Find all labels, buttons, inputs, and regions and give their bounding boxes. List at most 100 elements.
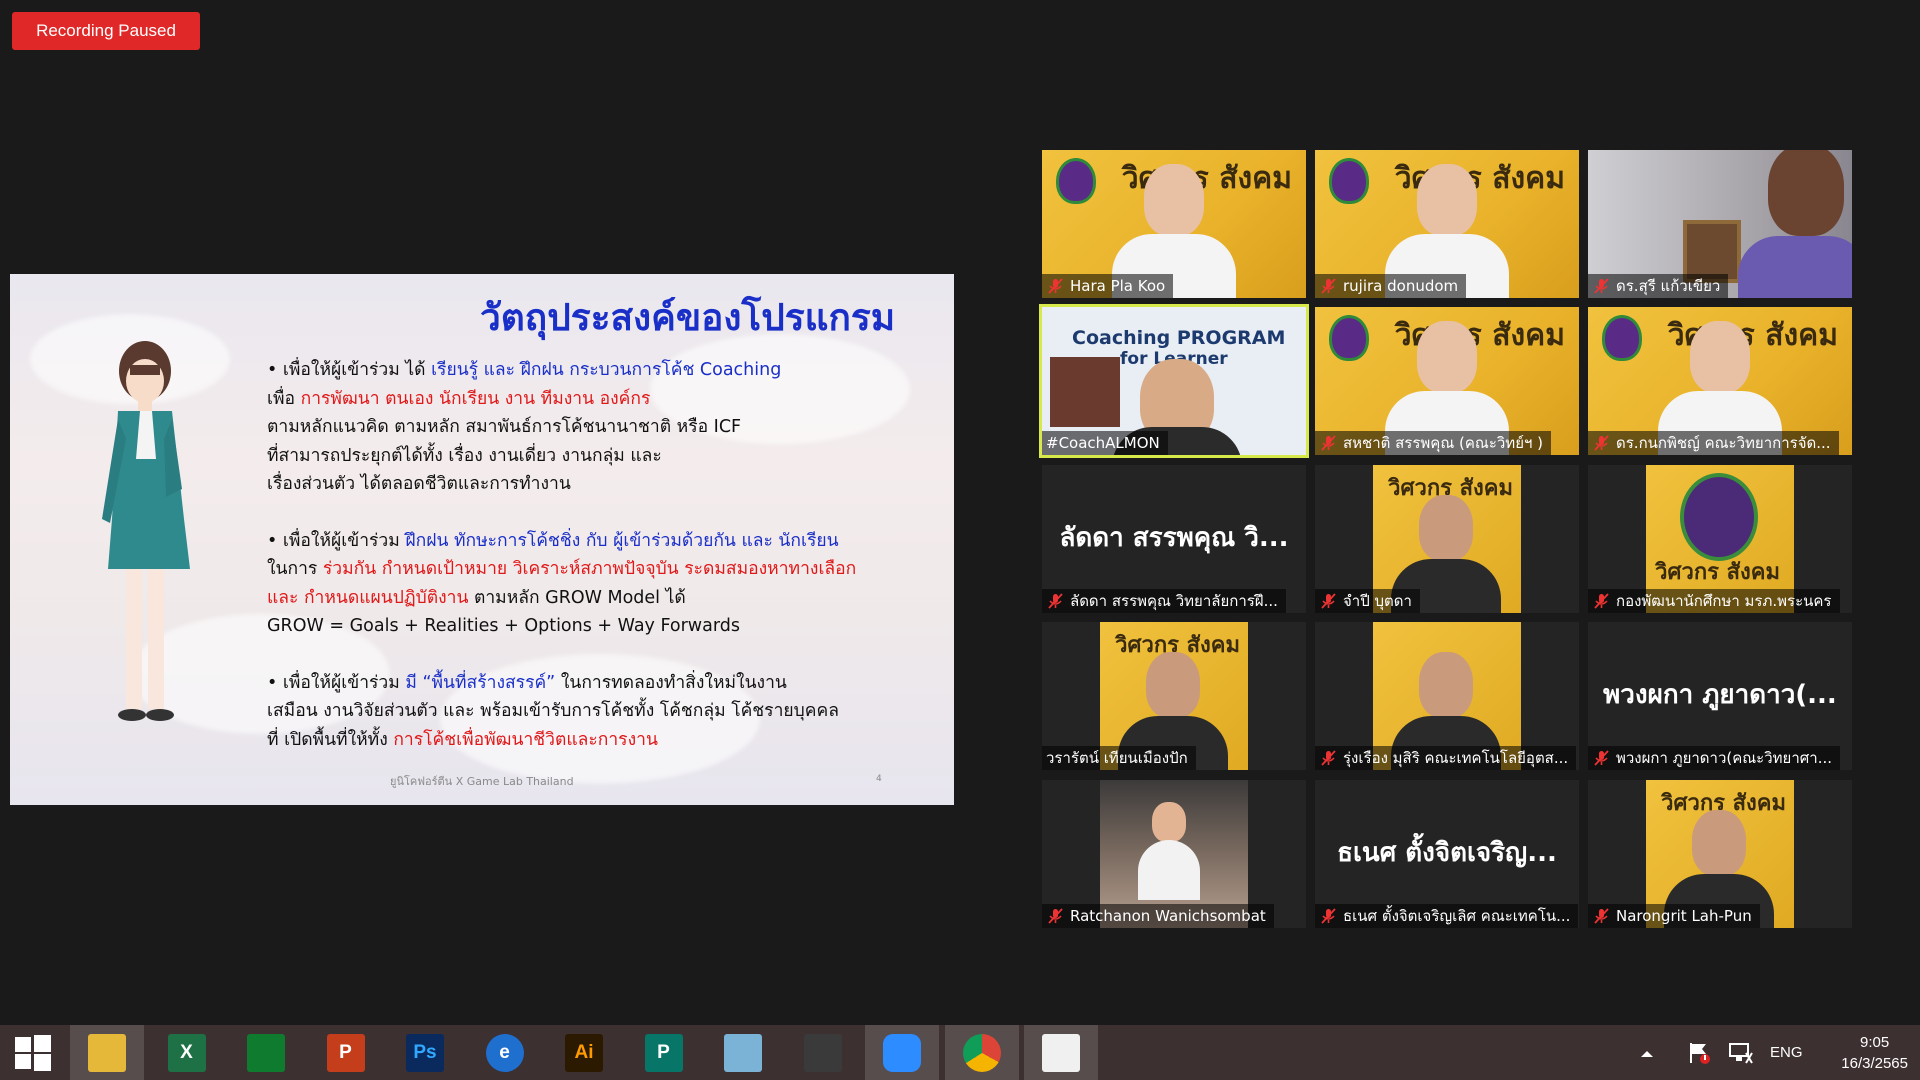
slide-paragraph: • เพื่อให้ผู้เข้าร่วม ฝึกฝน ทักษะการโค้ช… [267,527,927,641]
university-logo-icon [1602,315,1642,361]
participant-name-label: Ratchanon Wanichsombat [1042,904,1274,928]
participant-face [1417,321,1477,393]
slide-text-segment: • เพื่อให้ผู้เข้าร่วม [267,672,406,693]
publisher-taskbar-button[interactable]: P [627,1025,701,1080]
slide-text-segment: การพัฒนา ตนเอง นักเรียน งาน ทีมงาน องค์ก… [300,388,651,409]
participant-name-label: Hara Pla Koo [1042,274,1174,298]
app-icon-glyph: P [657,1041,670,1063]
app-icon-glyph: Ai [574,1041,594,1063]
participant-face [1417,164,1477,236]
slide-text-segment: ฝึกฝน ทักษะการโค้ชชิ่ง กับ ผู้เข้าร่วมด้… [405,530,839,551]
cartoon-teacher-illustration [102,341,190,721]
slide-body: • เพื่อให้ผู้เข้าร่วม ได้ เรียนรู้ และ ฝ… [267,356,927,782]
illustrator-taskbar-button[interactable]: Ai [547,1025,621,1080]
internet-explorer-taskbar-button[interactable]: e [468,1025,542,1080]
internet-explorer-icon: e [485,1033,524,1072]
language-indicator[interactable]: ENG [1770,1025,1803,1080]
slide-text-segment: มี “พื้นที่สร้างสรรค์” [405,672,556,693]
participant-name-label: Narongrit Lah-Pun [1588,904,1760,928]
participant-tile[interactable]: วิศวกร สังคม ดร.กนกพิชญ์ คณะวิทยาการจัด..… [1588,307,1852,455]
slide-line: และ กำหนดแผนปฏิบัติงาน ตามหลัก GROW Mode… [267,584,927,613]
windows-taskbar: X P Ps e Ai P ENG 9:05 16/3/2565 [0,1025,1920,1080]
participant-name-label: พวงผกา ภูยาดาว(คณะวิทยาศา... [1588,746,1841,770]
muted-mic-icon [1048,278,1063,294]
university-logo-icon [1680,473,1758,561]
participant-tile[interactable]: วิศวกร สังคม วรารัตน์ เทียนเมืองปัก [1042,622,1306,770]
participant-tile[interactable]: ดร.สุรี แก้วเขียว [1588,150,1852,298]
participant-body [1138,840,1200,900]
file-explorer-icon [88,1033,126,1072]
muted-mic-icon [1594,435,1609,451]
slide-line: ตามหลักแนวคิด ตามหลัก สมาพันธ์การโค้ชนาน… [267,413,927,442]
chrome-taskbar-button[interactable] [944,1025,1019,1080]
photoshop-taskbar-button[interactable]: Ps [388,1025,462,1080]
slide-text-segment: เพื่อ [267,388,301,409]
slide-text-segment: การโค้ชเพื่อพัฒนาชีวิตและการงาน [393,729,658,750]
notes-taskbar-button[interactable] [706,1025,780,1080]
participant-face [1152,802,1186,842]
participant-name-label: rujira donudom [1315,274,1467,298]
app-icon-glyph: Ps [413,1041,437,1063]
powerpoint-taskbar-button[interactable]: P [309,1025,383,1080]
participant-name-label: กองพัฒนานักศึกษา มรภ.พระนคร [1588,589,1840,613]
powerpoint-icon: P [326,1033,365,1072]
slide-line: ที่สามารถประยุกต์ได้ทั้ง เรื่อง งานเดี่ย… [267,442,927,471]
start-button[interactable] [0,1025,66,1080]
participant-tile[interactable]: วิศวกร สังคม กองพัฒนานักศึกษา มรภ.พระนคร [1588,465,1852,613]
participant-tile[interactable]: วิศวกร สังคม จำปี บุตดา [1315,465,1579,613]
participant-name: วรารัตน์ เทียนเมืองปัก [1046,749,1188,767]
participant-name-label: จำปี บุตดา [1315,589,1420,613]
chrome-icon [962,1033,1001,1072]
store-taskbar-button[interactable] [229,1025,303,1080]
network-icon[interactable] [1728,1025,1754,1080]
slide-text-segment: เรื่องส่วนตัว ได้ตลอดชีวิตและการทำงาน [267,474,571,494]
photoscape-taskbar-button[interactable] [786,1025,860,1080]
participant-name-placeholder: พวงผกา ภูยาดาว(... [1603,680,1837,710]
participant-tile[interactable]: Ratchanon Wanichsombat [1042,780,1306,928]
file-explorer-taskbar-button[interactable] [70,1025,144,1080]
participant-name: #CoachALMON [1046,434,1160,452]
slide-title: วัตถุประสงค์ของโปรแกรม [480,296,896,339]
participant-name-label: วรารัตน์ เทียนเมืองปัก [1042,746,1196,770]
muted-mic-icon [1594,908,1609,924]
excel-taskbar-button[interactable]: X [150,1025,224,1080]
participant-tile[interactable]: วิศวกร สังคม Narongrit Lah-Pun [1588,780,1852,928]
clock-date: 16/3/2565 [1841,1055,1908,1072]
slide-paragraph: • เพื่อให้ผู้เข้าร่วม ได้ เรียนรู้ และ ฝ… [267,356,927,499]
muted-mic-icon [1594,750,1609,766]
slide-line: ที่ เปิดพื้นที่ให้ทั้ง การโค้ชเพื่อพัฒนา… [267,726,927,755]
muted-mic-icon [1321,593,1336,609]
show-hidden-icons-button[interactable] [1640,1025,1654,1080]
participant-tile[interactable]: ลัดดา สรรพคุณ วิ... ลัดดา สรรพคุณ วิทยาลั… [1042,465,1306,613]
participant-tile[interactable]: Coaching PROGRAM for Learner #CoachALMON [1039,304,1309,458]
participant-face [1690,321,1750,393]
participant-face [1768,150,1844,236]
participant-tile[interactable]: วิศวกร สังคม rujira donudom [1315,150,1579,298]
excel-icon: X [167,1033,206,1072]
slide-text-segment: เสมือน งานวิจัยส่วนตัว และ พร้อมเข้ารับก… [267,701,839,721]
participant-tile[interactable]: ธเนศ ตั้งจิตเจริญ... ธเนศ ตั้งจิตเจริญเลิ… [1315,780,1579,928]
participant-name: ดร.กนกพิชญ์ คณะวิทยาการจัด... [1616,434,1831,452]
app-icon-glyph: P [339,1041,352,1063]
participant-face [1144,164,1204,236]
muted-mic-icon [1048,908,1063,924]
slide-text-segment: • เพื่อให้ผู้เข้าร่วม ได้ [267,360,432,380]
university-logo-icon [1056,158,1096,204]
participant-tile[interactable]: พวงผกา ภูยาดาว(... พวงผกา ภูยาดาว(คณะวิทย… [1588,622,1852,770]
windows-logo-icon [15,1034,51,1071]
recording-paused-badge[interactable]: Recording Paused [12,12,200,50]
participant-tile[interactable]: วิศวกร สังคม Hara Pla Koo [1042,150,1306,298]
action-center-flag-icon[interactable] [1686,1025,1712,1080]
illustrator-icon: Ai [565,1033,603,1072]
photos-taskbar-button[interactable] [1024,1025,1098,1080]
participant-name-label: รุ่งเรือง มุสิริ คณะเทคโนโลยีอุตส... [1315,746,1577,770]
participant-name: กองพัฒนานักศึกษา มรภ.พระนคร [1616,592,1832,610]
slide-text-segment: ที่สามารถประยุกต์ได้ทั้ง เรื่อง งานเดี่ย… [267,445,662,466]
muted-mic-icon [1594,278,1609,294]
zoom-taskbar-button[interactable] [865,1025,939,1080]
participant-tile[interactable]: วิศวกร สังคม สหชาติ สรรพคุณ (คณะวิทย์ฯ ) [1315,307,1579,455]
participant-tile[interactable]: รุ่งเรือง มุสิริ คณะเทคโนโลยีอุตส... [1315,622,1579,770]
taskbar-clock[interactable]: 9:05 16/3/2565 [1841,1032,1908,1074]
photos-icon [1042,1033,1080,1072]
slide-line: • เพื่อให้ผู้เข้าร่วม มี “พื้นที่สร้างสร… [267,669,927,698]
